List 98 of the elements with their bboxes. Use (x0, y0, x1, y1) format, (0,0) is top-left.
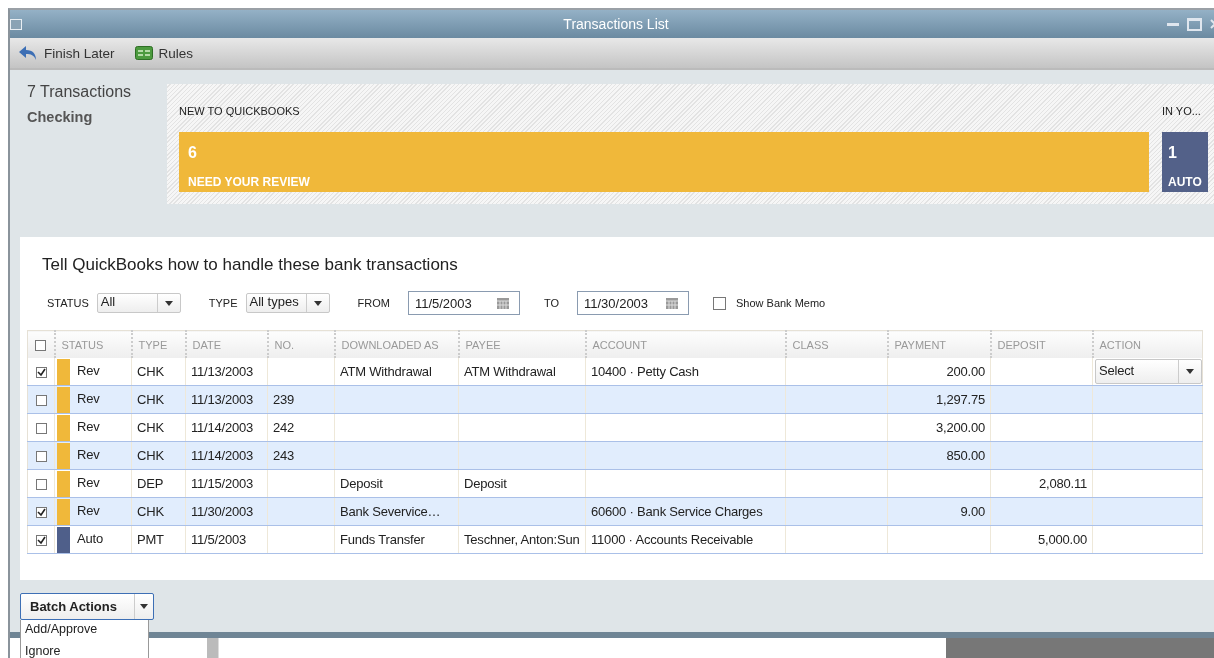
column-header[interactable]: CLASS (785, 330, 888, 358)
table-cell (267, 525, 335, 554)
menu-item[interactable]: Add/Approve (21, 620, 148, 638)
filter-label: TO (543, 297, 559, 309)
filter-label: STATUS (47, 297, 89, 309)
table-cell: 9.00 (887, 497, 991, 526)
in-heading: IN YO... (1162, 105, 1202, 119)
column-header[interactable]: TYPE (131, 330, 186, 358)
checkbox[interactable] (35, 367, 47, 379)
table-cell: 243 (267, 441, 335, 470)
status-text: Rev (77, 418, 100, 434)
column-header[interactable]: DATE (185, 330, 268, 358)
checkbox[interactable] (35, 339, 47, 351)
column-header[interactable]: PAYMENT (887, 330, 991, 358)
table-cell: CHK (131, 413, 186, 442)
caret-icon (313, 300, 322, 306)
account-name: Checking (27, 109, 94, 125)
to-date-field[interactable]: 11/30/2003 (576, 291, 689, 315)
status-text: Rev (77, 502, 100, 518)
status-text: Auto (77, 530, 103, 546)
rules-button[interactable]: Rules (134, 45, 194, 61)
column-header[interactable]: DOWNLOADED AS (334, 330, 459, 358)
table-cell: ATM Withdrawal (334, 358, 459, 386)
checkbox[interactable] (35, 423, 47, 435)
table-cell: Deposit (334, 469, 459, 498)
batch-actions-button[interactable]: Batch Actions (20, 593, 154, 620)
action-dropdown[interactable]: Select (1095, 359, 1202, 384)
status-text: Rev (77, 390, 100, 406)
caret-icon (140, 604, 148, 609)
from-date-field[interactable]: 11/5/2003 (407, 291, 520, 315)
review-tile[interactable]: 6 NEED YOUR REVIEW (179, 132, 1149, 192)
table-cell: Bank Severvice… (334, 497, 459, 526)
status-dropdown[interactable]: All (96, 293, 181, 313)
window-title: Transactions List (563, 16, 669, 32)
table-cell (267, 358, 335, 386)
checkbox[interactable] (712, 296, 726, 310)
panel-heading: Tell QuickBooks how to handle these bank transactions (42, 255, 459, 275)
finish-later-button[interactable]: Finish Later (18, 45, 115, 61)
type-dropdown[interactable]: All types (245, 293, 330, 313)
checkbox[interactable] (35, 535, 47, 547)
calendar-icon[interactable] (665, 297, 678, 309)
status-text: Rev (77, 474, 100, 490)
table-cell: 200.00 (887, 358, 991, 386)
back-arrow-icon (18, 45, 38, 61)
table-cell (267, 497, 335, 526)
table-cell: 11/13/2003 (185, 358, 268, 386)
window-menu-icon[interactable] (10, 18, 22, 30)
table-cell: 11000 · Accounts Receivable (585, 525, 786, 554)
table-cell: 11/14/2003 (185, 413, 268, 442)
table-cell: Funds Transfer (334, 525, 459, 554)
status-text: Rev (77, 446, 100, 462)
checkbox-label: Show Bank Memo (735, 297, 826, 309)
column-header[interactable]: PAYEE (458, 330, 586, 358)
column-header[interactable]: ACTION (1092, 330, 1203, 358)
table-cell (267, 469, 335, 498)
table-cell: 11/15/2003 (185, 469, 268, 498)
caret-icon (1186, 369, 1194, 374)
table-cell: 11/14/2003 (185, 441, 268, 470)
table-cell: Deposit (458, 469, 586, 498)
table-cell: 11/13/2003 (185, 385, 268, 414)
table-cell: Teschner, Anton:Sun (458, 525, 586, 554)
table-cell: 60600 · Bank Service Charges (585, 497, 786, 526)
table-cell: CHK (131, 497, 186, 526)
auto-tile[interactable]: 1 AUTO (1162, 132, 1208, 192)
transaction-count: 7 Transactions (27, 83, 133, 101)
table-cell: PMT (131, 525, 186, 554)
status-text: Rev (77, 362, 100, 378)
table-cell: 11/30/2003 (185, 497, 268, 526)
table-cell: DEP (131, 469, 186, 498)
table-cell: 2,080.11 (990, 469, 1093, 498)
filter-label: TYPE (208, 297, 238, 309)
table-cell: 850.00 (887, 441, 991, 470)
table-cell: 3,200.00 (887, 413, 991, 442)
checkbox[interactable] (35, 507, 47, 519)
column-header[interactable]: ACCOUNT (585, 330, 786, 358)
checkbox[interactable] (35, 451, 47, 463)
filter-label: FROM (357, 297, 390, 309)
table-icon (134, 46, 153, 60)
table-cell: 1,297.75 (887, 385, 991, 414)
table-cell: 11/5/2003 (185, 525, 268, 554)
table-cell: CHK (131, 358, 186, 386)
checkbox[interactable] (35, 479, 47, 491)
table-cell: 242 (267, 413, 335, 442)
table-cell: CHK (131, 441, 186, 470)
table-cell: ATM Withdrawal (458, 358, 586, 386)
column-header[interactable]: NO. (267, 330, 335, 358)
table-cell: 10400 · Petty Cash (585, 358, 786, 386)
checkbox[interactable] (35, 395, 47, 407)
calendar-icon[interactable] (496, 297, 509, 309)
new-heading: NEW TO QUICKBOOKS (179, 105, 301, 119)
menu-item[interactable]: Ignore (21, 642, 148, 658)
table-cell: 5,000.00 (990, 525, 1093, 554)
column-header[interactable]: STATUS (54, 330, 132, 358)
table-cell: CHK (131, 385, 186, 414)
caret-icon (164, 300, 173, 306)
maximize-icon[interactable] (1187, 17, 1202, 31)
table-cell: 239 (267, 385, 335, 414)
column-header[interactable]: DEPOSIT (990, 330, 1093, 358)
